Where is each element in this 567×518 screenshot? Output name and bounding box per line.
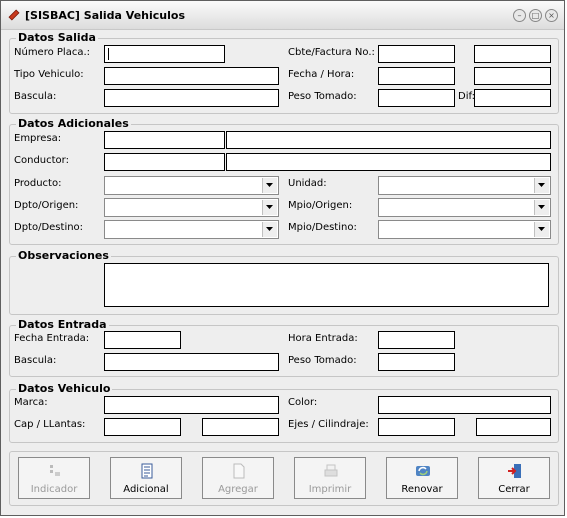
unidad-select[interactable] xyxy=(378,176,551,195)
document-list-icon xyxy=(141,463,153,479)
agregar-button[interactable]: Agregar xyxy=(202,457,274,499)
peso-tomado-salida-label: Peso Tomado: xyxy=(288,91,357,102)
button-bar xyxy=(9,451,559,506)
dpto-origen-label: Dpto/Origen: xyxy=(14,200,79,211)
cap-llantas-label: Cap / LLantas: xyxy=(14,419,86,430)
datos-adicionales-legend: Datos Adicionales xyxy=(16,117,131,130)
indicator-icon xyxy=(50,465,60,476)
cbte-factura-label: Cbte/Factura No.: xyxy=(288,47,375,58)
fecha-input[interactable] xyxy=(378,67,455,85)
peso-tomado-entrada-label: Peso Tomado: xyxy=(288,355,357,366)
adicional-button[interactable]: Adicional xyxy=(110,457,182,499)
bascula-entrada-label: Bascula: xyxy=(14,355,57,366)
fecha-entrada-label: Fecha Entrada: xyxy=(14,333,90,344)
bascula-salida-label: Bascula: xyxy=(14,91,57,102)
mpio-origen-label: Mpio/Origen: xyxy=(288,200,353,211)
hora-entrada-label: Hora Entrada: xyxy=(288,333,358,344)
chevron-down-icon[interactable] xyxy=(534,222,549,237)
conductor-code-input[interactable] xyxy=(104,153,225,171)
cbte-factura-input[interactable] xyxy=(378,45,455,63)
printer-icon xyxy=(324,464,338,477)
ejes-cilindraje-label: Ejes / Cilindraje: xyxy=(288,419,369,430)
hora-entrada-input[interactable] xyxy=(378,331,455,349)
datos-vehiculo-legend: Datos Vehiculo xyxy=(16,382,113,395)
datos-salida-legend: Datos Salida xyxy=(16,31,98,44)
text-cursor xyxy=(108,48,109,60)
cerrar-label: Cerrar xyxy=(498,484,530,495)
numero-placa-input[interactable] xyxy=(104,45,225,63)
title-bar: [SISBAC] Salida Vehiculos – □ × xyxy=(1,1,564,30)
minimize-icon[interactable]: – xyxy=(513,9,526,22)
observaciones-textarea[interactable] xyxy=(104,263,549,307)
indicador-button[interactable]: Indicador xyxy=(18,457,90,499)
mpio-destino-label: Mpio/Destino: xyxy=(288,222,357,233)
numero-placa-label: Número Placa.: xyxy=(14,47,91,58)
datos-entrada-legend: Datos Entrada xyxy=(16,318,109,331)
fecha-entrada-input[interactable] xyxy=(104,331,181,349)
chevron-down-icon[interactable] xyxy=(534,200,549,215)
llantas-input[interactable] xyxy=(202,418,279,436)
ejes-input[interactable] xyxy=(378,418,455,436)
hora-input[interactable] xyxy=(474,67,551,85)
marca-input[interactable] xyxy=(104,396,279,414)
renovar-label: Renovar xyxy=(401,484,443,495)
imprimir-label: Imprimir xyxy=(308,484,352,495)
peso-tomado-entrada-input[interactable] xyxy=(378,353,455,371)
unidad-label: Unidad: xyxy=(288,178,327,189)
dpto-origen-select[interactable] xyxy=(104,198,279,217)
exit-door-icon xyxy=(508,464,521,478)
dif-input[interactable] xyxy=(474,89,551,107)
empresa-name-input[interactable] xyxy=(226,131,551,149)
refresh-icon xyxy=(416,466,430,476)
observaciones-legend: Observaciones xyxy=(16,249,111,262)
chevron-down-icon[interactable] xyxy=(534,178,549,193)
indicador-label: Indicador xyxy=(30,484,78,495)
maximize-icon[interactable]: □ xyxy=(529,9,542,22)
fecha-hora-label: Fecha / Hora: xyxy=(288,69,355,80)
cilindraje-input[interactable] xyxy=(476,418,551,436)
bascula-salida-input[interactable] xyxy=(104,89,279,107)
renovar-button[interactable]: Renovar xyxy=(386,457,458,499)
producto-select[interactable] xyxy=(104,176,279,195)
marca-label: Marca: xyxy=(14,397,48,408)
chevron-down-icon[interactable] xyxy=(262,178,277,193)
peso-tomado-salida-input[interactable] xyxy=(378,89,455,107)
conductor-name-input[interactable] xyxy=(226,153,551,171)
new-page-icon xyxy=(233,463,245,479)
window-title: [SISBAC] Salida Vehiculos xyxy=(25,9,186,22)
cerrar-button[interactable]: Cerrar xyxy=(478,457,550,499)
mpio-origen-select[interactable] xyxy=(378,198,551,217)
salida-vehiculos-window: [SISBAC] Salida Vehiculos – □ × Datos Sa… xyxy=(0,0,565,516)
dpto-destino-select[interactable] xyxy=(104,220,279,239)
mpio-destino-select[interactable] xyxy=(378,220,551,239)
tipo-vehiculo-input[interactable] xyxy=(104,67,279,85)
adicional-label: Adicional xyxy=(123,484,169,495)
close-icon[interactable]: × xyxy=(545,9,558,22)
chevron-down-icon[interactable] xyxy=(262,222,277,237)
dif-label: Dif: xyxy=(458,91,476,102)
empresa-label: Empresa: xyxy=(14,133,62,144)
bascula-entrada-input[interactable] xyxy=(104,353,279,371)
cbte-extra-input[interactable] xyxy=(474,45,551,63)
datos-entrada-group xyxy=(9,325,559,377)
dpto-destino-label: Dpto/Destino: xyxy=(14,222,84,233)
tipo-vehiculo-label: Tipo Vehiculo: xyxy=(14,69,84,80)
conductor-label: Conductor: xyxy=(14,155,69,166)
color-label: Color: xyxy=(288,397,318,408)
capacidad-input[interactable] xyxy=(104,418,181,436)
color-input[interactable] xyxy=(378,396,551,414)
chevron-down-icon[interactable] xyxy=(262,200,277,215)
agregar-label: Agregar xyxy=(218,484,258,495)
producto-label: Producto: xyxy=(14,178,62,189)
imprimir-button[interactable]: Imprimir xyxy=(294,457,366,499)
pencil-icon xyxy=(8,9,20,21)
empresa-code-input[interactable] xyxy=(104,131,225,149)
